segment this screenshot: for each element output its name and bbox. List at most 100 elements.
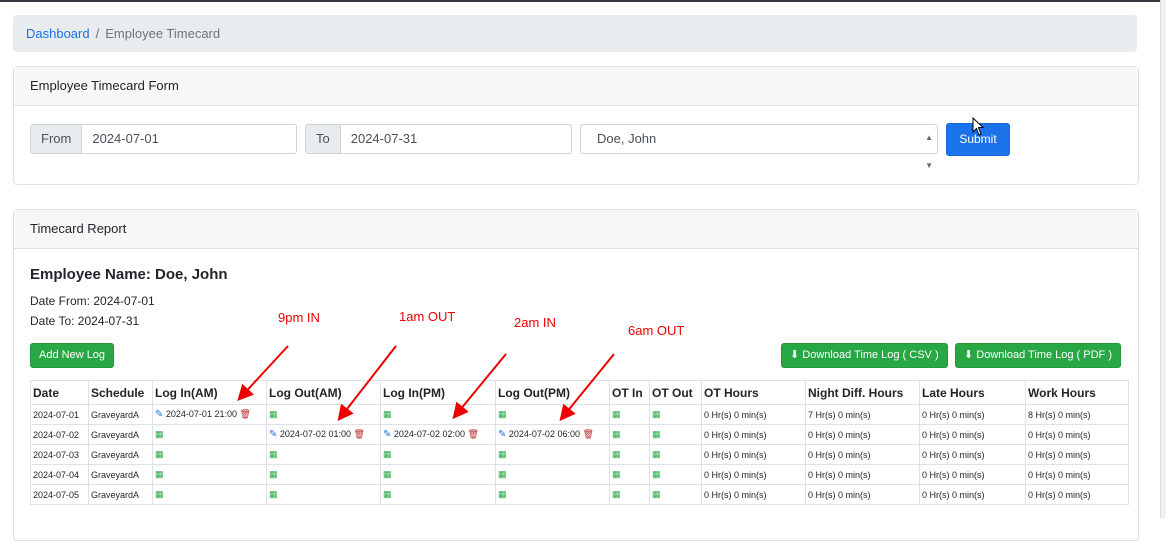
cell-login-am: ▦ — [152, 464, 267, 485]
calendar-icon[interactable]: ▦ — [612, 469, 621, 479]
cell-login-am: ▦ — [152, 484, 267, 505]
mouse-cursor-icon — [972, 117, 985, 136]
cell-date: 2024-07-03 — [30, 444, 89, 465]
date-from: Date From: 2024-07-01 — [30, 294, 155, 308]
annotation-2am-in: 2am IN — [514, 315, 556, 330]
calendar-icon[interactable]: ▦ — [498, 469, 507, 479]
download-pdf-button[interactable]: ⬇ Download Time Log ( PDF ) — [955, 343, 1121, 368]
from-date-input[interactable]: 2024-07-01 — [82, 125, 169, 153]
cell-ot-out: ▦ — [649, 464, 702, 485]
calendar-icon[interactable]: ▦ — [383, 449, 392, 459]
calendar-icon[interactable]: ▦ — [383, 489, 392, 499]
calendar-icon[interactable]: ▦ — [383, 409, 392, 419]
edit-icon[interactable]: ✎ — [498, 429, 506, 440]
calendar-icon[interactable]: ▦ — [155, 469, 164, 479]
annotation-6am-out: 6am OUT — [628, 323, 685, 338]
calendar-icon[interactable]: ▦ — [652, 429, 661, 439]
calendar-icon[interactable]: ▦ — [612, 409, 621, 419]
cell-logout-pm: ✎ 2024-07-02 06:00 🗑 — [495, 424, 610, 445]
calendar-icon[interactable]: ▦ — [612, 429, 621, 439]
breadcrumb-dashboard-link[interactable]: Dashboard — [26, 26, 90, 41]
cell-logout-am: ▦ — [266, 484, 381, 505]
header-logout-am: Log Out(AM) — [266, 380, 381, 405]
calendar-icon[interactable]: ▦ — [498, 489, 507, 499]
cell-late-hours: 0 Hr(s) 0 min(s) — [919, 404, 1026, 425]
cell-late-hours: 0 Hr(s) 0 min(s) — [919, 424, 1026, 445]
add-new-log-button[interactable]: Add New Log — [30, 343, 115, 368]
cell-date: 2024-07-01 — [30, 404, 89, 425]
scrollbar[interactable] — [1160, 0, 1166, 518]
cell-schedule: GraveyardA — [88, 444, 153, 465]
table-header-row: Date Schedule Log In(AM) Log Out(AM) Log… — [30, 380, 1129, 405]
calendar-icon[interactable]: ▦ — [652, 449, 661, 459]
cell-work-hours: 0 Hr(s) 0 min(s) — [1025, 464, 1129, 485]
cell-ot-out: ▦ — [649, 484, 702, 505]
calendar-icon[interactable]: ▦ — [155, 489, 164, 499]
header-ot-out: OT Out — [649, 380, 702, 405]
cell-ot-in: ▦ — [609, 444, 650, 465]
cell-logout-pm: ▦ — [495, 444, 610, 465]
calendar-icon[interactable]: ▦ — [383, 469, 392, 479]
logout-pm-value: 2024-07-02 06:00 — [508, 429, 580, 439]
cell-nd-hours: 0 Hr(s) 0 min(s) — [805, 484, 920, 505]
calendar-icon[interactable]: ▦ — [269, 449, 278, 459]
cell-nd-hours: 0 Hr(s) 0 min(s) — [805, 444, 920, 465]
breadcrumb-current: Employee Timecard — [105, 26, 221, 41]
trash-icon[interactable]: 🗑 — [467, 429, 478, 439]
header-ot-in: OT In — [609, 380, 650, 405]
calendar-icon[interactable]: ▦ — [269, 409, 278, 419]
cell-ot-hours: 0 Hr(s) 0 min(s) — [701, 464, 806, 485]
calendar-icon[interactable]: ▦ — [612, 489, 621, 499]
header-login-am: Log In(AM) — [152, 380, 267, 405]
calendar-icon[interactable]: ▦ — [269, 469, 278, 479]
table-row: 2024-07-05 GraveyardA ▦ ▦ ▦ ▦ ▦ ▦ 0 Hr(s… — [30, 484, 1129, 505]
calendar-icon[interactable]: ▦ — [498, 449, 507, 459]
trash-icon[interactable]: 🗑 — [353, 429, 364, 439]
cell-late-hours: 0 Hr(s) 0 min(s) — [919, 464, 1026, 485]
employee-select[interactable]: Doe, John ▲ ▼ — [580, 124, 938, 170]
edit-icon[interactable]: ✎ — [269, 429, 277, 440]
cell-login-pm: ▦ — [380, 444, 496, 465]
header-night-diff-hours: Night Diff. Hours — [805, 380, 920, 405]
login-am-value: 2024-07-01 21:00 — [165, 409, 237, 419]
cell-login-pm: ▦ — [380, 464, 496, 485]
trash-icon[interactable]: 🗑 — [239, 409, 250, 419]
cell-ot-hours: 0 Hr(s) 0 min(s) — [701, 424, 806, 445]
calendar-icon[interactable]: ▦ — [652, 409, 661, 419]
cell-login-am: ✎ 2024-07-01 21:00 🗑 — [152, 404, 267, 425]
cell-work-hours: 0 Hr(s) 0 min(s) — [1025, 444, 1129, 465]
cell-ot-in: ▦ — [609, 424, 650, 445]
employee-select-value: Doe, John — [597, 131, 657, 146]
calendar-icon[interactable]: ▦ — [269, 489, 278, 499]
table-row: 2024-07-04 GraveyardA ▦ ▦ ▦ ▦ ▦ ▦ 0 Hr(s… — [30, 464, 1129, 485]
to-label: To — [306, 125, 341, 153]
table-row: 2024-07-01 GraveyardA ✎ 2024-07-01 21:00… — [30, 404, 1129, 425]
header-date: Date — [30, 380, 89, 405]
cell-schedule: GraveyardA — [88, 464, 153, 485]
to-date-input[interactable]: 2024-07-31 — [341, 125, 428, 153]
trash-icon[interactable]: 🗑 — [582, 429, 593, 439]
edit-icon[interactable]: ✎ — [383, 429, 391, 440]
download-pdf-label: Download Time Log ( PDF ) — [976, 349, 1112, 361]
calendar-icon[interactable]: ▦ — [155, 429, 164, 439]
download-icon: ⬇ — [790, 349, 803, 361]
calendar-icon[interactable]: ▦ — [498, 409, 507, 419]
cell-ot-hours: 0 Hr(s) 0 min(s) — [701, 404, 806, 425]
calendar-icon[interactable]: ▦ — [652, 489, 661, 499]
calendar-icon[interactable]: ▦ — [612, 449, 621, 459]
calendar-icon[interactable]: ▦ — [155, 449, 164, 459]
calendar-icon[interactable]: ▦ — [652, 469, 661, 479]
cell-date: 2024-07-05 — [30, 484, 89, 505]
breadcrumb-separator: / — [95, 26, 100, 41]
cell-login-pm: ▦ — [380, 404, 496, 425]
to-date-group: To 2024-07-31 — [305, 124, 572, 154]
cell-ot-out: ▦ — [649, 444, 702, 465]
edit-icon[interactable]: ✎ — [155, 409, 163, 420]
timecard-form-card: Employee Timecard Form From 2024-07-01 T… — [13, 66, 1139, 185]
cell-login-am: ▦ — [152, 424, 267, 445]
cell-ot-in: ▦ — [609, 484, 650, 505]
download-csv-button[interactable]: ⬇ Download Time Log ( CSV ) — [781, 343, 948, 368]
top-border — [0, 0, 1160, 2]
caret-icon: ▲ ▼ — [925, 133, 933, 170]
from-label: From — [31, 125, 83, 153]
